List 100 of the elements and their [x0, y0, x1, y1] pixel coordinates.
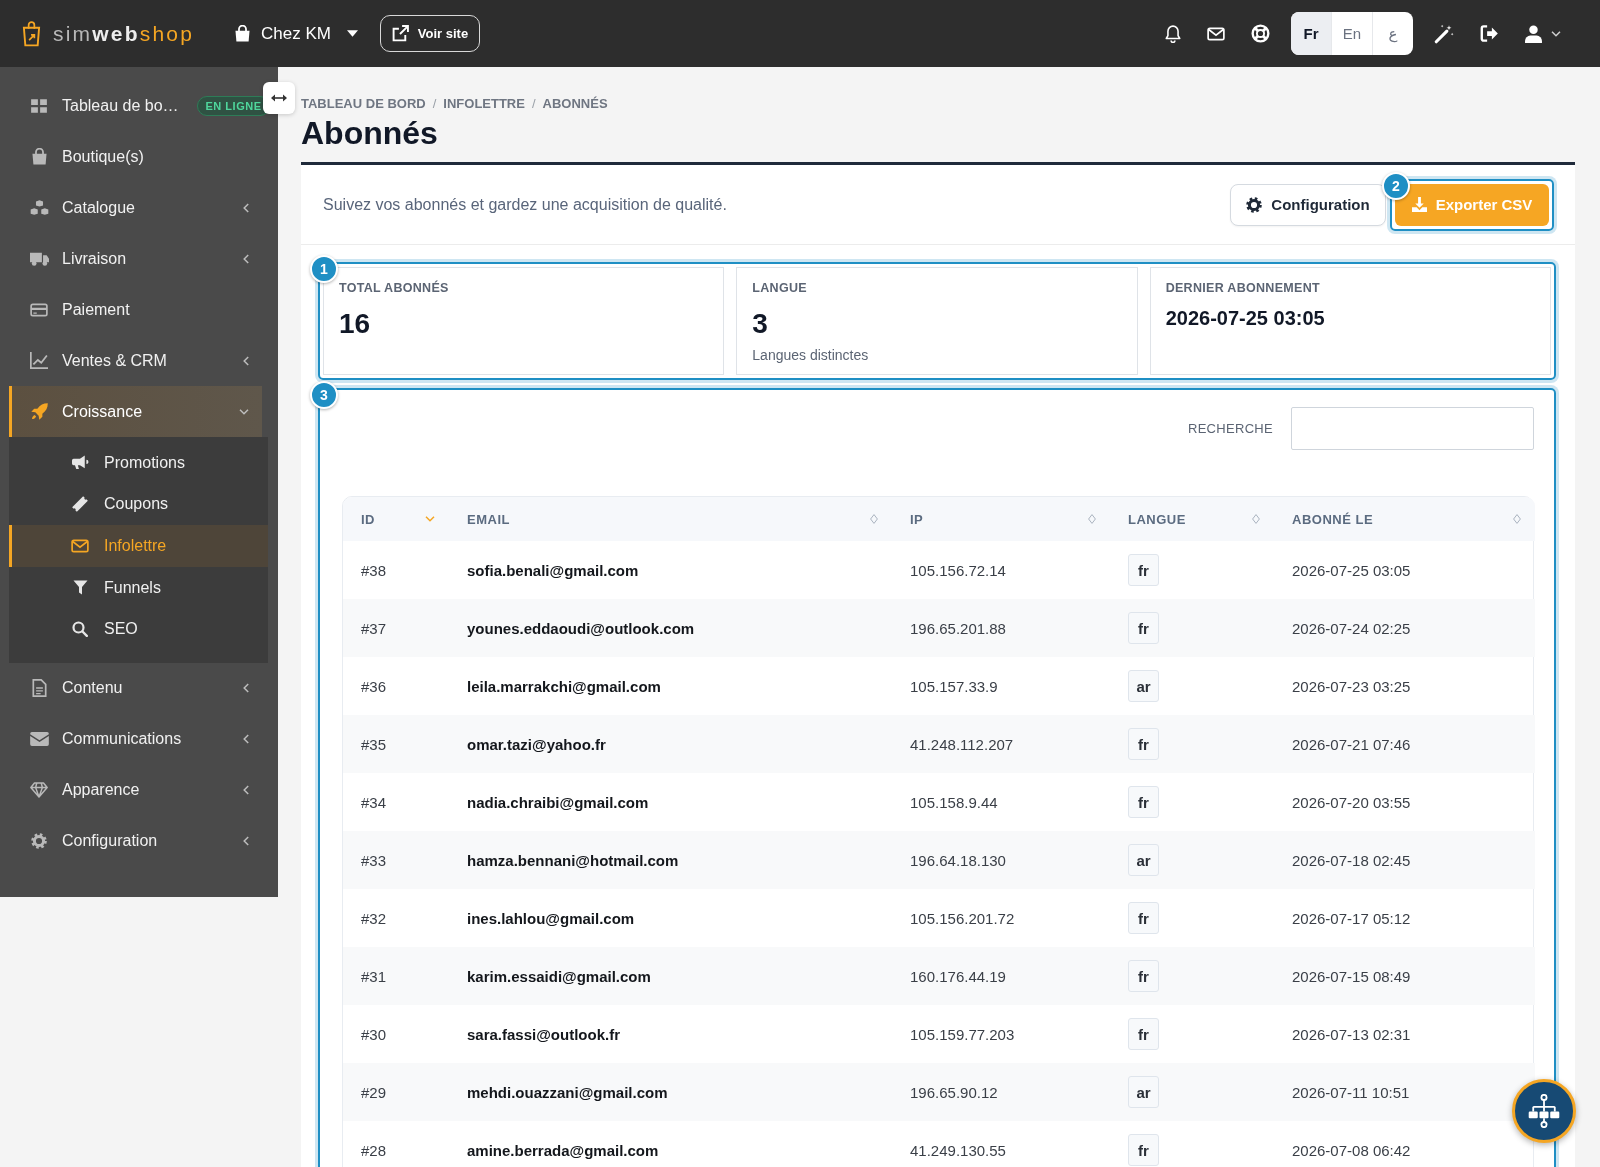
step-badge: 3	[310, 381, 338, 409]
language-badge: fr	[1128, 612, 1159, 644]
sidebar-item[interactable]: Croissance	[9, 386, 262, 437]
table-cell-text: ines.lahlou@gmail.com	[466, 908, 636, 929]
table-cell: mehdi.ouazzani@gmail.com	[449, 1063, 892, 1121]
table-cell-text: #38	[360, 560, 388, 581]
language-badge: ar	[1128, 1076, 1159, 1108]
breadcrumb-link[interactable]: TABLEAU DE BORD	[301, 96, 426, 112]
breadcrumb-separator: /	[531, 96, 536, 112]
sign-out-icon[interactable]	[1480, 25, 1499, 42]
lifebuoy-icon[interactable]	[1251, 24, 1270, 43]
table-cell: #31	[343, 947, 449, 1005]
envelope-icon	[29, 732, 49, 747]
breadcrumb-current: ABONNÉS	[542, 96, 608, 112]
user-icon	[1525, 24, 1542, 43]
settings-icon	[31, 833, 47, 850]
settings-icon	[1246, 196, 1263, 213]
search-label: RECHERCHE	[1187, 421, 1273, 436]
shopping-bag-icon	[30, 148, 48, 165]
table-cell: younes.eddaoudi@outlook.com	[449, 599, 892, 657]
shopping-bag-icon	[22, 20, 41, 47]
search-field[interactable]	[1291, 407, 1534, 450]
stat-label: DERNIER ABONNEMENT	[1165, 280, 1321, 296]
sidebar-toggle-button[interactable]	[263, 82, 295, 114]
table-cell-text: 2026-07-13 02:31	[1291, 1024, 1412, 1045]
submenu-item[interactable]: Coupons	[9, 483, 268, 526]
caret-down-icon	[347, 30, 358, 37]
stat-value: 3	[752, 307, 769, 341]
table-cell: hamza.bennani@hotmail.com	[449, 831, 892, 889]
stat-value: 2026-07-25 03:05	[1165, 306, 1326, 331]
step-badge: 1	[310, 255, 338, 283]
stat-label: TOTAL ABONNÉS	[339, 280, 450, 296]
rocket-icon	[30, 403, 48, 420]
truck-icon	[29, 251, 49, 266]
language-tab[interactable]: ع	[1372, 12, 1413, 55]
sidebar-item[interactable]: Contenu	[9, 662, 262, 714]
submenu-item[interactable]: Infolettre	[9, 525, 268, 567]
sidebar-item[interactable]: Configuration	[9, 815, 262, 867]
download-icon	[1411, 197, 1427, 212]
funnel-icon	[72, 580, 88, 596]
language-badge: fr	[1128, 960, 1159, 992]
column-header[interactable]: LANGUE	[1110, 497, 1274, 541]
table-cell: 2026-07-18 02:45	[1274, 831, 1535, 889]
table-cell-text: leila.marrakchi@gmail.com	[466, 676, 662, 697]
submenu-item[interactable]: SEO	[9, 608, 268, 650]
configuration-button[interactable]: Configuration	[1230, 183, 1386, 226]
column-header[interactable]: EMAIL	[449, 497, 892, 541]
logo-text: simwebshop	[53, 20, 195, 47]
language-badge: fr	[1128, 728, 1159, 760]
table-cell-text: nadia.chraibi@gmail.com	[466, 792, 650, 813]
language-tab[interactable]: Fr	[1291, 12, 1331, 55]
table-cell-text: sofia.benali@gmail.com	[466, 560, 640, 581]
flowchart-icon	[1527, 1094, 1561, 1128]
table-cell-text: #34	[360, 792, 388, 813]
table-cell-text: #30	[360, 1024, 388, 1045]
cubes-icon	[29, 199, 49, 216]
table-cell-text: 105.158.9.44	[909, 792, 999, 813]
sidebar-item[interactable]: Ventes & CRM	[9, 335, 262, 386]
table-cell-text: 41.249.130.55	[909, 1140, 1007, 1161]
sidebar-item[interactable]: Communications	[9, 713, 262, 765]
table-cell: 41.248.112.207	[892, 715, 1110, 773]
page-description: Suivez vos abonnés et gardez une acquisition de qualité.	[323, 195, 727, 214]
table-cell: 2026-07-11 10:51	[1274, 1063, 1535, 1121]
sidebar-item[interactable]: Paiement	[9, 284, 262, 335]
sidebar-item[interactable]: Apparence	[9, 764, 262, 816]
table-cell: omar.tazi@yahoo.fr	[449, 715, 892, 773]
envelope-icon[interactable]	[1207, 26, 1225, 41]
table-cell: #35	[343, 715, 449, 773]
view-site-button[interactable]: Voir site	[380, 15, 480, 52]
submenu-item[interactable]: Promotions	[9, 442, 268, 484]
breadcrumb-link[interactable]: INFOLETTRE	[443, 96, 525, 112]
document-icon	[31, 679, 47, 698]
double-arrow-icon	[271, 94, 287, 102]
table-cell-text: 105.156.201.72	[909, 908, 1016, 929]
gem-icon	[30, 782, 48, 799]
language-badge: fr	[1128, 786, 1159, 818]
column-header[interactable]: ABONNÉ LE	[1274, 497, 1535, 541]
column-header[interactable]: ID	[343, 497, 449, 541]
sidebar-item[interactable]: Catalogue	[9, 182, 262, 233]
column-header[interactable]: IP	[892, 497, 1110, 541]
table-cell-text: 2026-07-20 03:55	[1291, 792, 1412, 813]
table-cell: 2026-07-24 02:25	[1274, 599, 1535, 657]
table-cell: karim.essaidi@gmail.com	[449, 947, 892, 1005]
store-selector[interactable]: Chez KM	[234, 15, 358, 52]
language-badge: fr	[1128, 1134, 1159, 1166]
language-badge: fr	[1128, 902, 1159, 934]
breadcrumb-separator: /	[432, 96, 437, 112]
sidebar-item[interactable]: Livraison	[9, 233, 262, 284]
stat-note: Langues distinctes	[752, 346, 870, 364]
sidebar-item[interactable]: Boutique(s)	[9, 131, 262, 182]
bell-icon[interactable]	[1165, 24, 1181, 43]
table-cell-text: amine.berrada@gmail.com	[466, 1140, 660, 1161]
table-cell: 196.65.201.88	[892, 599, 1110, 657]
table-cell-text: 105.157.33.9	[909, 676, 999, 697]
user-menu-button[interactable]	[1525, 24, 1561, 43]
language-tab[interactable]: En	[1331, 12, 1372, 55]
table-cell-text: 2026-07-25 03:05	[1291, 560, 1412, 581]
submenu-item[interactable]: Funnels	[9, 566, 268, 609]
table-cell-text: 2026-07-08 06:42	[1291, 1140, 1412, 1161]
table-cell-text: 2026-07-23 03:25	[1291, 676, 1412, 697]
